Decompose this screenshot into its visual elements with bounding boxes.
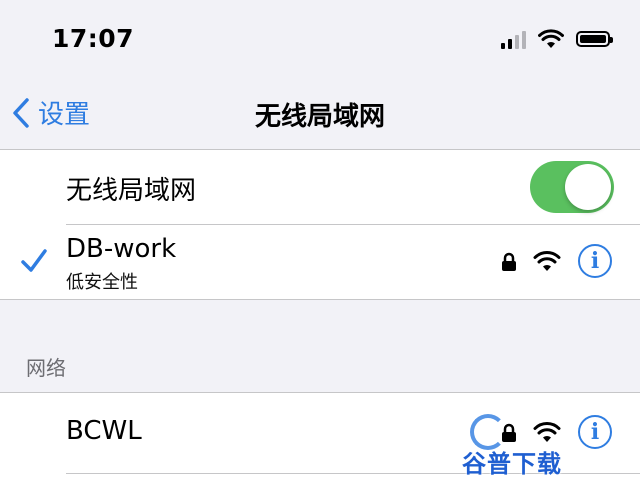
info-icon: i <box>590 419 600 445</box>
wifi-settings-group: 无线局域网 DB-work 低安全性 i <box>0 150 640 300</box>
checkmark-icon <box>21 249 47 272</box>
navigation-bar: 设置 无线局域网 <box>0 80 640 150</box>
status-icons <box>501 29 613 49</box>
wifi-signal-icon <box>533 251 561 271</box>
current-network-security: 低安全性 <box>66 272 138 293</box>
wifi-toggle-label: 无线局域网 <box>66 176 197 206</box>
network-name: BCWL <box>66 416 142 446</box>
cellular-signal-icon <box>501 29 526 49</box>
networks-section-header: 网络 <box>26 356 66 380</box>
toggle-knob <box>565 164 611 210</box>
battery-icon <box>576 31 613 47</box>
current-network-row[interactable]: DB-work 低安全性 i <box>0 224 640 300</box>
wifi-signal-icon <box>533 422 561 442</box>
current-network-name: DB-work <box>66 234 177 264</box>
status-bar: 17:07 <box>0 0 640 80</box>
info-button[interactable]: i <box>578 415 612 449</box>
info-button[interactable]: i <box>578 244 612 278</box>
status-time: 17:07 <box>52 24 135 53</box>
watermark-text: 谷普下载 <box>462 450 562 478</box>
wifi-toggle-row: 无线局域网 <box>0 150 640 224</box>
lock-icon <box>502 252 516 271</box>
wifi-toggle-switch[interactable] <box>530 161 614 213</box>
info-icon: i <box>590 248 600 274</box>
wifi-settings-screen: 17:07 设置 无线局域网 无线局域网 DB-work 低安全性 i 网络 B… <box>0 0 640 480</box>
wifi-icon <box>538 29 564 48</box>
page-title: 无线局域网 <box>254 102 385 132</box>
